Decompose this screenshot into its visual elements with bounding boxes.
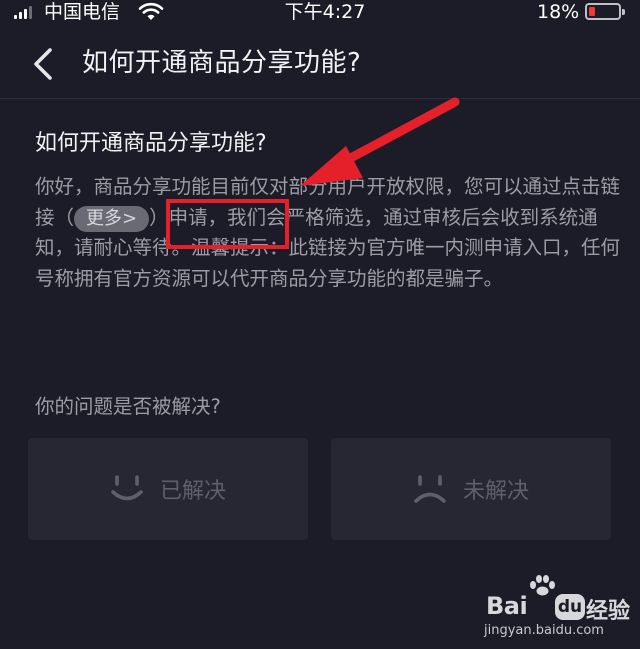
watermark-url: jingyan.baidu.com — [484, 623, 604, 638]
battery-icon — [585, 3, 625, 20]
back-arrow-icon[interactable] — [26, 44, 62, 84]
signal-strength-icon — [14, 5, 32, 19]
resolved-button[interactable]: 已解决 — [28, 438, 308, 540]
watermark-du: du — [555, 594, 585, 620]
wifi-icon — [138, 2, 164, 20]
annotation-highlight-box — [166, 199, 289, 249]
answer-text: 你好，商品分享功能目前仅对部分用户开放权限，您可以通过点击链接（ 更多> ）申请，我… — [35, 172, 627, 294]
carrier-name: 中国电信 — [44, 1, 121, 23]
navigation-bar: 如何开通商品分享功能? — [0, 30, 640, 99]
smile-icon — [111, 475, 143, 501]
unresolved-button[interactable]: 未解决 — [331, 438, 611, 540]
status-time: 下午4:27 — [284, 1, 366, 23]
watermark-jingyan: 经验 — [586, 599, 631, 624]
status-bar: 中国电信 下午4:27 18% — [0, 0, 640, 28]
paw-icon — [530, 575, 555, 596]
page-title: 如何开通商品分享功能? — [82, 48, 362, 78]
feedback-question: 你的问题是否被解决? — [35, 395, 221, 418]
question-title: 如何开通商品分享功能? — [35, 131, 267, 156]
baidu-jingyan-watermark: Bai du 经验 jingyan.baidu.com — [480, 575, 631, 644]
more-link[interactable]: 更多> — [74, 205, 150, 232]
resolved-label: 已解决 — [159, 479, 226, 504]
unresolved-label: 未解决 — [462, 479, 529, 504]
frown-icon — [414, 475, 446, 503]
battery-percent: 18% — [537, 1, 580, 23]
watermark-bai: Bai — [486, 592, 528, 620]
